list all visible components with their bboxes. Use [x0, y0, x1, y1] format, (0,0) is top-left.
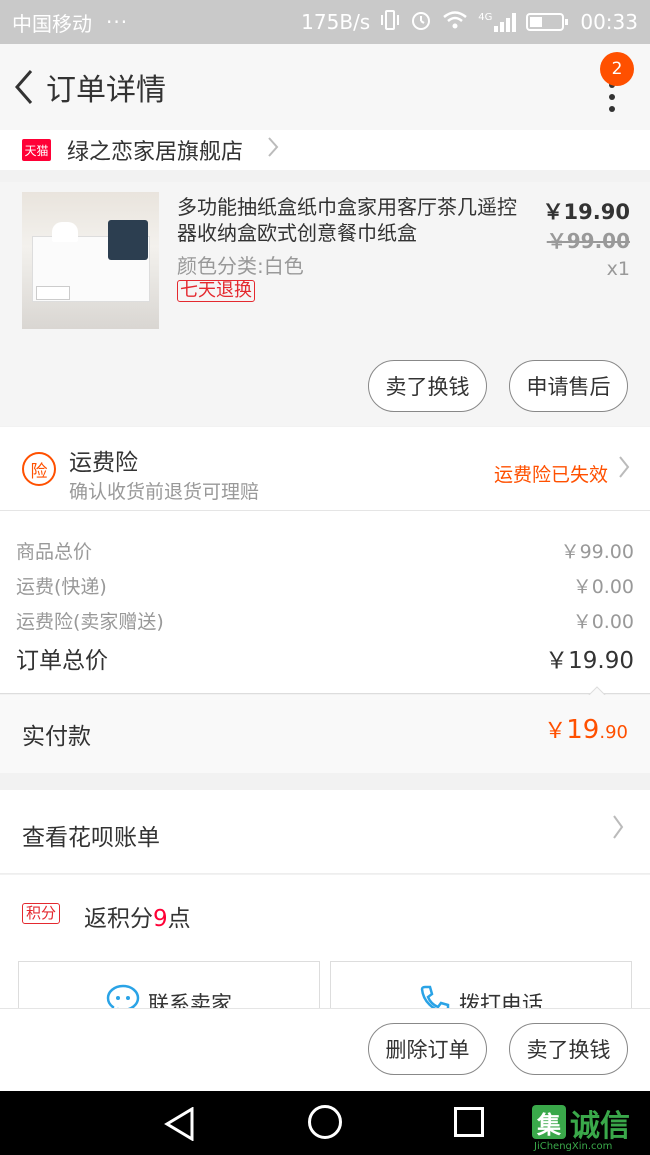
product-price: ￥19.90: [542, 200, 630, 224]
nav-bar: 订单详情 2: [0, 44, 650, 130]
call-phone-button[interactable]: 拨打电话: [330, 961, 632, 1009]
after-sale-button[interactable]: 申请售后: [509, 360, 628, 412]
bottom-action-bar: 删除订单 卖了换钱: [0, 1008, 650, 1091]
sell-item-button[interactable]: 卖了换钱: [509, 1023, 628, 1075]
sell-item-button[interactable]: 卖了换钱: [368, 360, 487, 412]
watermark-text: 诚信: [570, 1109, 630, 1144]
order-total-row: 订单总价 ￥19.90: [16, 641, 634, 675]
insurance-icon: 险: [22, 452, 56, 486]
summary-label: 运费(快递): [16, 576, 107, 598]
chevron-right-icon: [267, 136, 279, 164]
page-title: 订单详情: [46, 73, 166, 108]
summary-label: 商品总价: [16, 541, 93, 563]
chevron-right-icon: [618, 455, 630, 485]
wifi-icon: [442, 10, 468, 35]
system-nav-bar: 集 诚信 JiChengXin.com: [0, 1091, 650, 1155]
contact-seller-button[interactable]: 联系卖家: [18, 961, 320, 1009]
huabei-bill-label: 查看花呗账单: [22, 825, 160, 851]
shop-name: 绿之恋家居旗舰店: [67, 140, 244, 165]
points-number: 9: [153, 906, 168, 932]
summary-row: 运费(快递) ￥0.00: [16, 572, 634, 599]
points-tag: 积分: [22, 903, 61, 924]
tmall-icon: 天猫: [22, 139, 51, 161]
summary-value: ￥99.00: [560, 541, 634, 563]
product-title: 多功能抽纸盒纸巾盒家用客厅茶几遥控器收纳盒欧式创意餐巾纸盒: [177, 195, 517, 245]
actual-payment-amount: ￥19.90: [544, 713, 628, 745]
product-sku: 颜色分类:白色: [177, 254, 304, 278]
watermark-logo: 集 诚信 JiChengXin.com: [532, 1099, 650, 1152]
huabei-bill-row[interactable]: 查看花呗账单: [0, 790, 650, 874]
network-type: 4G: [478, 12, 493, 23]
shop-row[interactable]: 天猫 绿之恋家居旗舰店: [0, 130, 650, 170]
battery-icon: [526, 13, 569, 31]
notification-badge: 2: [600, 52, 634, 86]
watermark-subtext: JiChengXin.com: [534, 1141, 613, 1152]
actual-payment-label: 实付款: [22, 724, 91, 750]
contact-seller-label: 联系卖家: [148, 992, 232, 1009]
vibrate-icon: [380, 9, 400, 36]
carrier-name: 中国移动: [12, 11, 92, 36]
points-prefix: 返积分: [84, 906, 153, 932]
summary-row: 运费险(卖家赠送) ￥0.00: [16, 607, 634, 634]
contact-area: 联系卖家 拨打电话: [0, 953, 650, 1009]
summary-value: ￥0.00: [572, 576, 634, 598]
call-phone-label: 拨打电话: [459, 992, 543, 1009]
chat-bubble-icon: [106, 984, 140, 1009]
signal-icon: 4G: [478, 12, 517, 32]
insurance-title: 运费险: [69, 450, 138, 476]
shipping-insurance-row[interactable]: 险 运费险 确认收货前退货可理赔 运费险已失效: [0, 427, 650, 511]
points-suffix: 点: [167, 906, 191, 932]
insurance-status: 运费险已失效: [493, 464, 608, 486]
payment-decimal: .90: [599, 722, 628, 743]
chevron-right-icon: [612, 814, 624, 847]
payment-currency: ￥: [544, 719, 567, 744]
points-row: 积分 返积分9点: [0, 875, 650, 953]
system-back-icon[interactable]: [164, 1107, 196, 1141]
seven-day-return-tag: 七天退换: [177, 280, 255, 302]
phone-icon: [419, 984, 451, 1009]
order-total-value: ￥19.90: [545, 648, 634, 674]
summary-row: 商品总价 ￥99.00: [16, 537, 634, 564]
product-quantity: x1: [606, 258, 630, 280]
order-item[interactable]: 多功能抽纸盒纸巾盒家用客厅茶几遥控器收纳盒欧式创意餐巾纸盒 颜色分类:白色 七天…: [0, 182, 650, 426]
notification-dots: ···: [106, 10, 129, 34]
payment-integer: 19: [566, 715, 600, 745]
product-image[interactable]: [22, 192, 159, 329]
insurance-subtitle: 确认收货前退货可理赔: [69, 481, 260, 503]
points-text: 返积分9点: [84, 899, 191, 933]
alarm-icon: [410, 9, 432, 36]
system-recent-apps-icon[interactable]: [454, 1107, 484, 1137]
system-home-icon[interactable]: [308, 1105, 342, 1139]
status-bar: 中国移动 ··· 175B/s 4G 00:33: [0, 0, 650, 44]
more-menu-icon[interactable]: [608, 82, 616, 112]
delete-order-button[interactable]: 删除订单: [368, 1023, 487, 1075]
back-arrow-icon[interactable]: [2, 44, 46, 130]
price-summary: 商品总价 ￥99.00 运费(快递) ￥0.00 运费险(卖家赠送) ￥0.00…: [0, 511, 650, 694]
product-original-price: ￥99.00: [546, 229, 630, 253]
watermark-badge: 集: [532, 1105, 566, 1139]
summary-value: ￥0.00: [572, 611, 634, 633]
actual-payment-row: 实付款 ￥19.90: [0, 695, 650, 773]
network-speed: 175B/s: [301, 10, 371, 34]
order-total-label: 订单总价: [16, 648, 108, 674]
summary-label: 运费险(卖家赠送): [16, 611, 164, 633]
clock: 00:33: [580, 10, 638, 34]
